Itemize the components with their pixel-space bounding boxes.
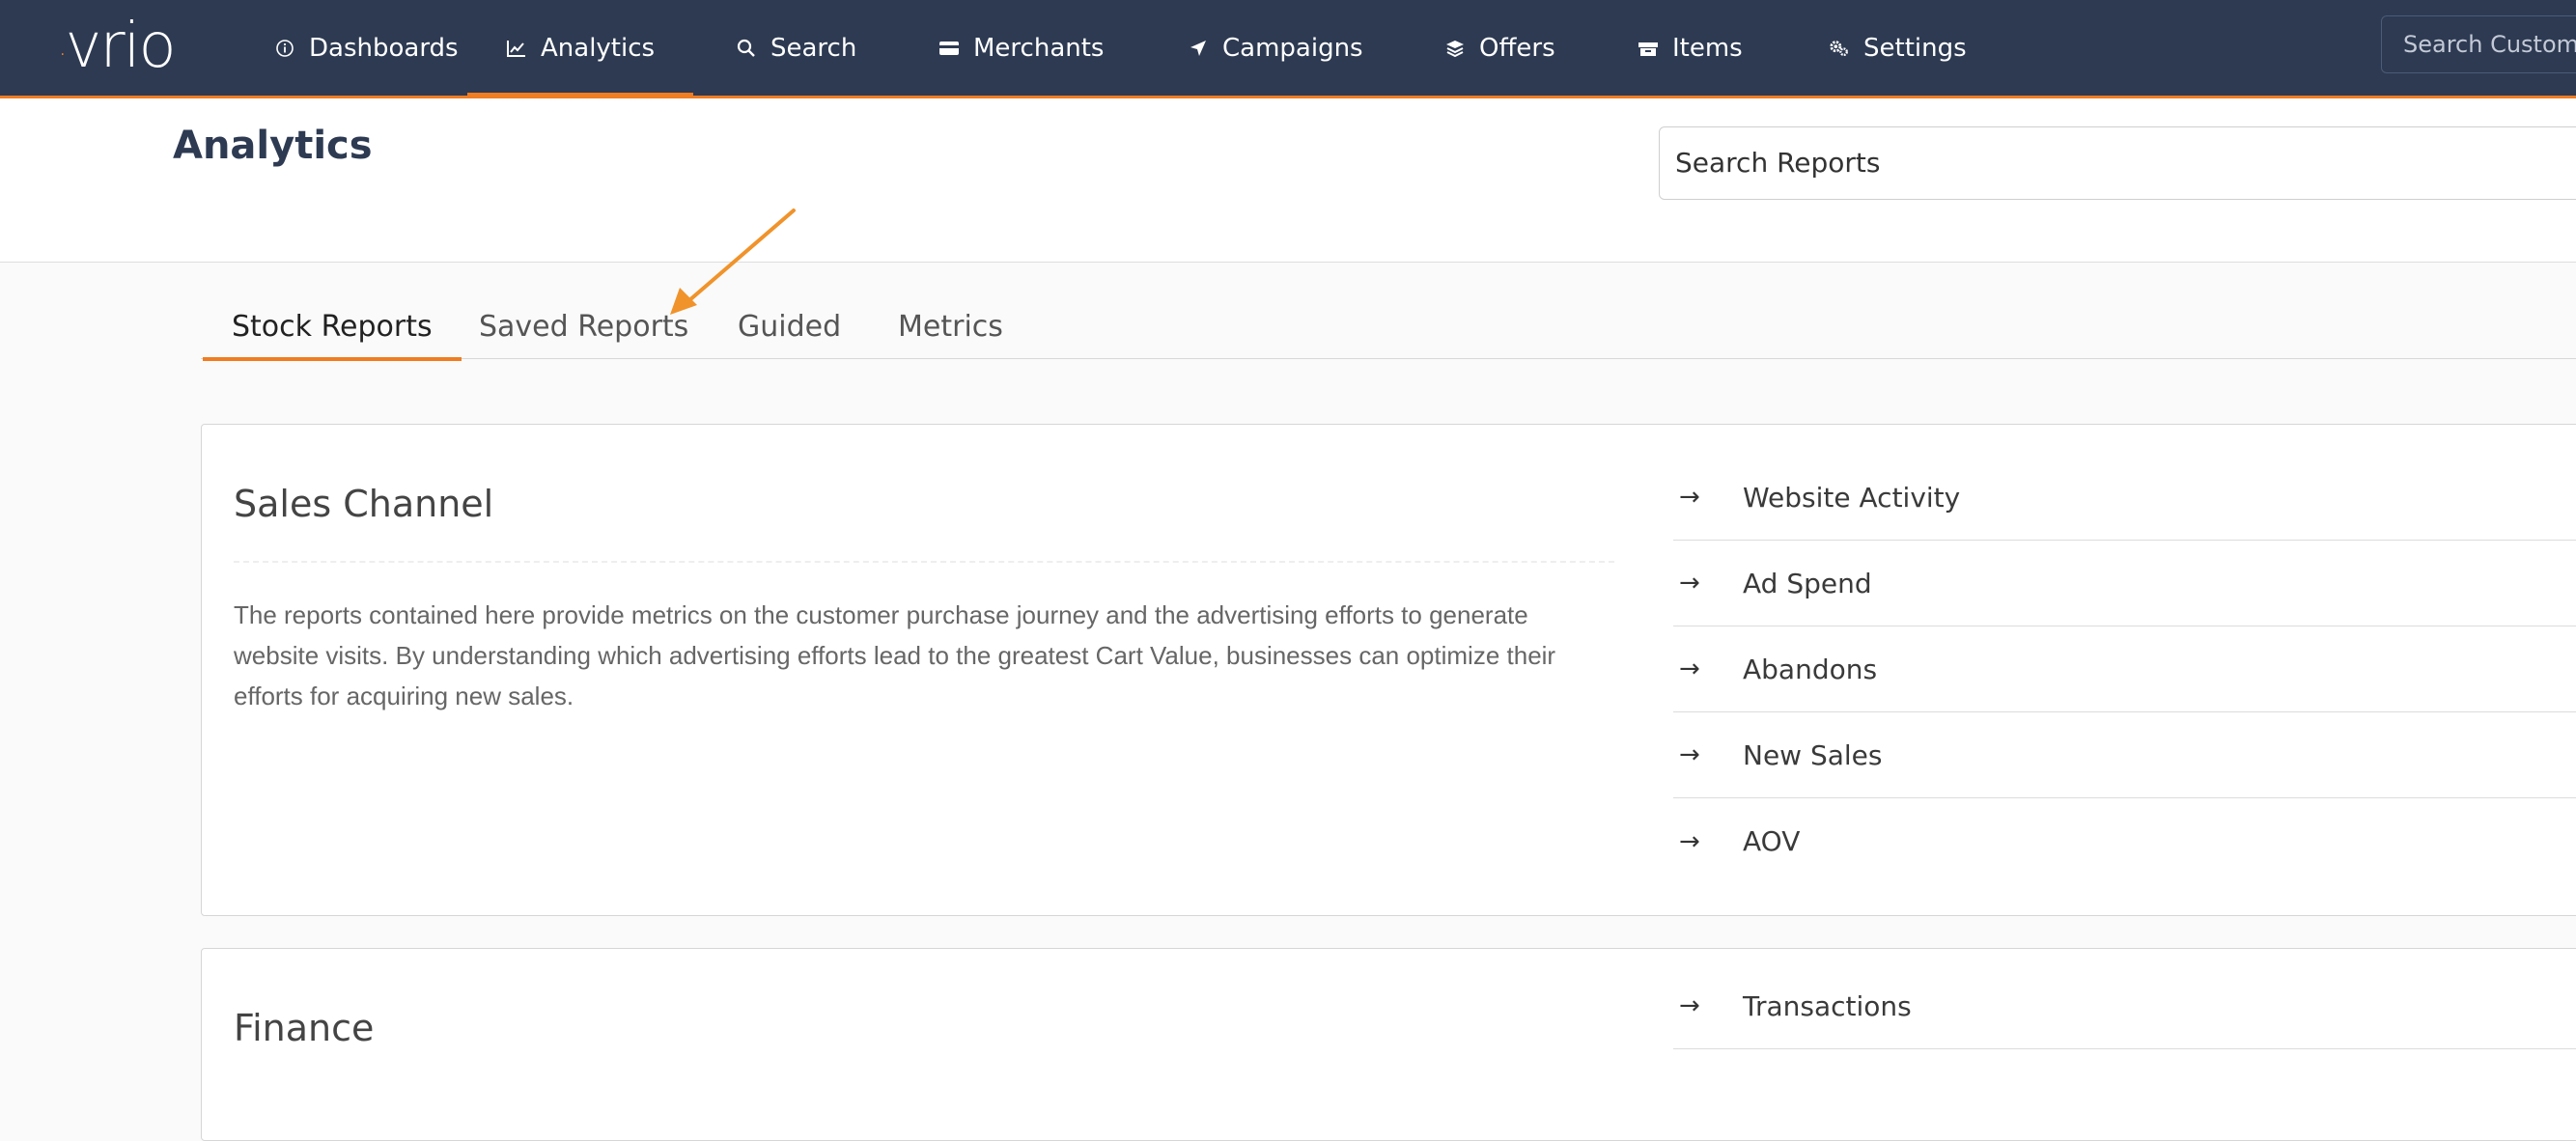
page-title: Analytics xyxy=(173,124,373,168)
arrow-right-icon: → xyxy=(1679,569,1700,598)
finance-card: Finance → Transactions xyxy=(201,948,2576,1141)
sales-channel-description: The reports contained here provide metri… xyxy=(234,600,1556,710)
arrow-right-icon: → xyxy=(1679,740,1700,769)
layers-icon xyxy=(1444,38,1466,59)
arrow-right-icon: → xyxy=(1679,826,1700,856)
tab-stock-reports[interactable]: Stock Reports xyxy=(203,290,462,361)
nav-items[interactable]: Items xyxy=(1638,0,1743,96)
report-link-aov[interactable]: → AOV xyxy=(1673,798,2576,884)
nav-campaigns[interactable]: Campaigns xyxy=(1188,0,1363,96)
report-tabs: Stock Reports Saved Reports Guided Metri… xyxy=(201,290,2576,361)
sales-channel-card: Sales Channel The reports contained here… xyxy=(201,424,2576,916)
vrio-logo[interactable]: .vrio xyxy=(58,15,177,77)
nav-dashboards[interactable]: Dashboards xyxy=(274,0,459,96)
report-link-label: AOV xyxy=(1743,825,1801,857)
info-circle-icon xyxy=(274,38,295,59)
arrow-right-icon: → xyxy=(1679,483,1700,512)
nav-search-label: Search xyxy=(770,33,857,63)
customer-search-input[interactable]: Search Custome xyxy=(2381,15,2576,73)
nav-analytics[interactable]: Analytics xyxy=(466,0,694,97)
annotation-arrow xyxy=(670,209,796,315)
nav-merchants-label: Merchants xyxy=(973,33,1105,63)
arrow-right-icon: → xyxy=(1679,654,1700,683)
search-icon xyxy=(736,38,757,59)
nav-settings[interactable]: Settings xyxy=(1829,0,1967,96)
nav-dashboards-label: Dashboards xyxy=(309,33,459,63)
nav-campaigns-label: Campaigns xyxy=(1222,33,1363,63)
nav-merchants[interactable]: Merchants xyxy=(938,0,1104,96)
tab-metrics[interactable]: Metrics xyxy=(898,290,1003,359)
report-link-abandons[interactable]: → Abandons xyxy=(1673,626,2576,712)
report-link-label: New Sales xyxy=(1743,738,1883,771)
report-link-ad-spend[interactable]: → Ad Spend xyxy=(1673,541,2576,626)
nav-analytics-label: Analytics xyxy=(541,33,656,63)
report-link-website-activity[interactable]: → Website Activity xyxy=(1673,455,2576,541)
report-link-transactions[interactable]: → Transactions xyxy=(1673,963,2576,1049)
nav-offers[interactable]: Offers xyxy=(1444,0,1555,96)
sales-channel-title: Sales Channel xyxy=(234,483,494,525)
finance-title: Finance xyxy=(234,1007,375,1049)
nav-offers-label: Offers xyxy=(1479,33,1555,63)
report-link-new-sales[interactable]: → New Sales xyxy=(1673,712,2576,798)
paper-plane-icon xyxy=(1188,38,1209,59)
box-icon xyxy=(1638,38,1659,59)
search-reports-input[interactable]: Search Reports xyxy=(1659,126,2576,200)
report-link-label: Transactions xyxy=(1743,989,1912,1022)
arrow-right-icon: → xyxy=(1679,991,1700,1020)
tab-saved-reports[interactable]: Saved Reports xyxy=(479,290,688,359)
nav-settings-label: Settings xyxy=(1863,33,1967,63)
line-chart-icon xyxy=(506,38,527,59)
top-navbar: .vrio Dashboards Analytics Search Mercha… xyxy=(0,0,2576,98)
report-link-label: Ad Spend xyxy=(1743,567,1872,599)
report-link-label: Website Activity xyxy=(1743,481,1961,514)
nav-search[interactable]: Search xyxy=(736,0,856,96)
nav-items-label: Items xyxy=(1672,33,1743,63)
divider xyxy=(234,561,1614,563)
gears-icon xyxy=(1829,38,1850,59)
report-link-label: Abandons xyxy=(1743,653,1878,685)
credit-card-icon xyxy=(938,38,960,59)
